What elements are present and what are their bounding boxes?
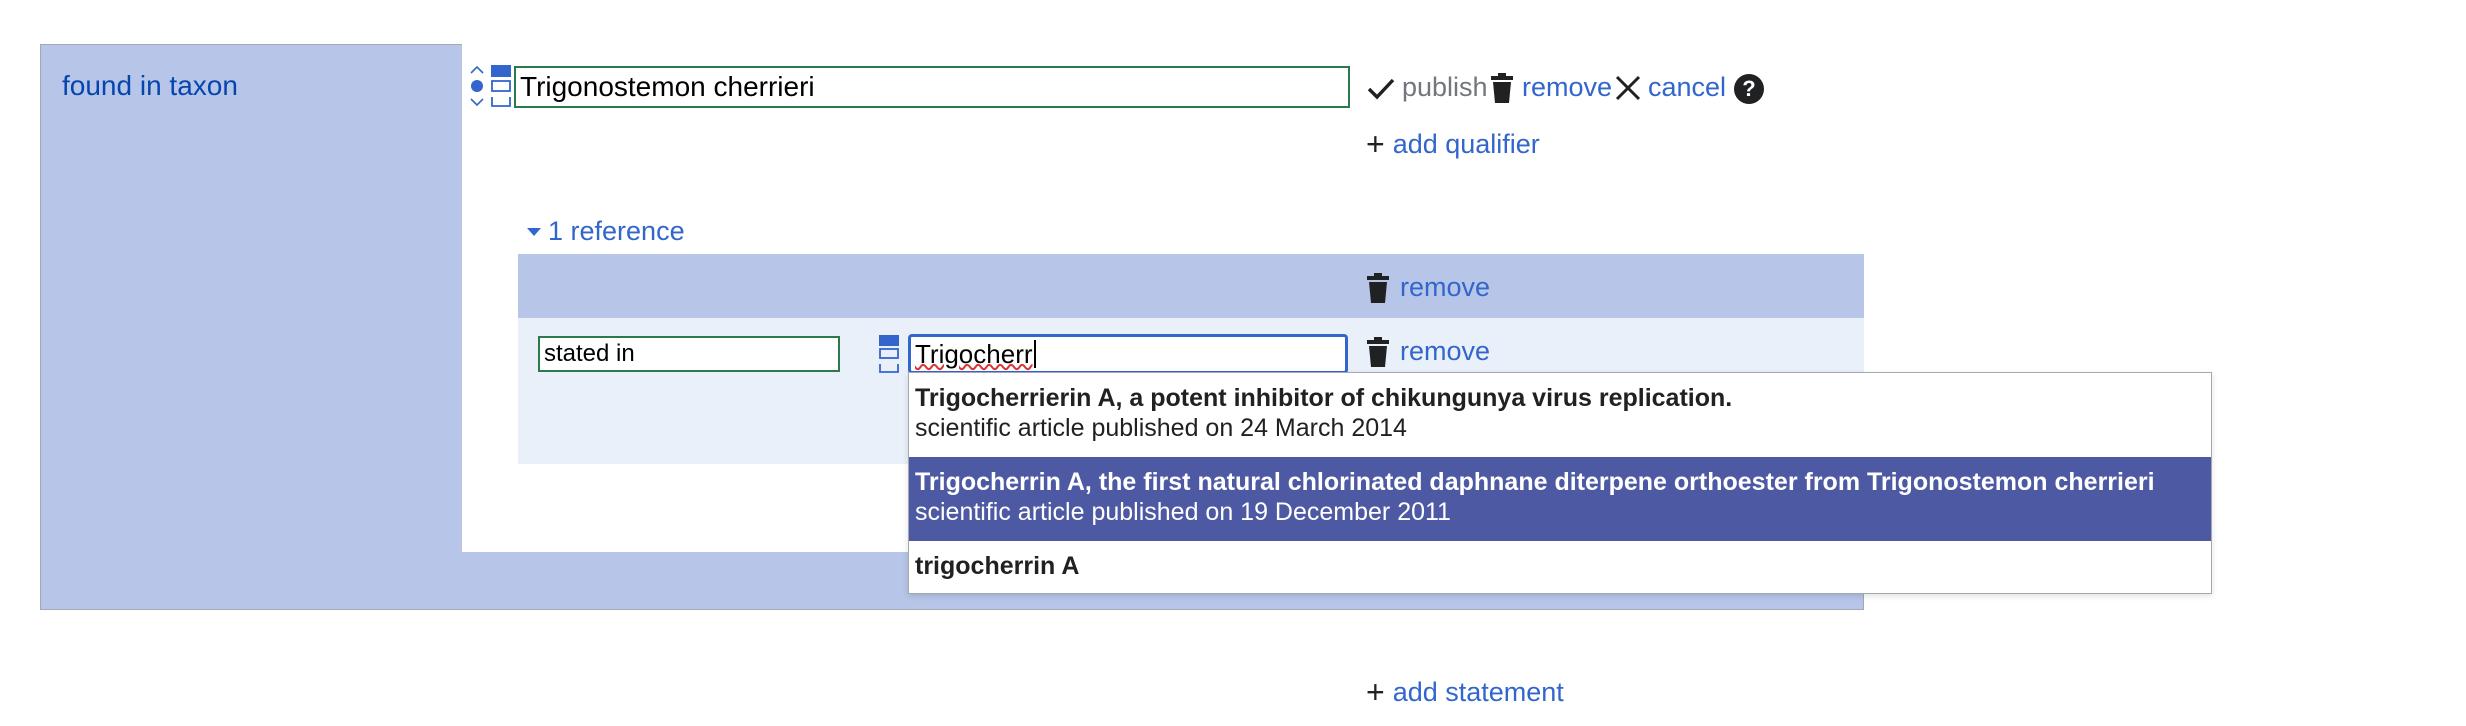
suggestion-title: trigocherrin A (915, 552, 1080, 580)
reference-value-text: Trigocherr (915, 338, 1033, 369)
cancel-button[interactable]: cancel (1614, 72, 1726, 103)
remove-label: remove (1400, 336, 1491, 366)
add-statement-button[interactable]: + add statement (1366, 676, 1564, 708)
reference-property-input[interactable] (538, 336, 840, 372)
add-statement-label: add statement (1392, 676, 1564, 707)
snak-type-selector-icon[interactable] (878, 334, 900, 374)
property-label[interactable]: found in taxon (62, 70, 238, 102)
remove-reference-button[interactable]: remove (1366, 272, 1490, 303)
help-icon[interactable]: ? (1734, 74, 1764, 104)
reference-header (518, 254, 1864, 318)
references-count: 1 reference (548, 216, 685, 246)
plus-icon: + (1366, 126, 1385, 162)
publish-label: publish (1402, 72, 1488, 102)
text-cursor (1033, 340, 1036, 368)
triangle-down-icon (526, 226, 542, 238)
suggestion-description: scientific article published on 19 Decem… (915, 498, 1451, 526)
suggestion-item-selected[interactable]: Trigocherrin A, the first natural chlori… (909, 457, 2211, 541)
remove-label: remove (1400, 272, 1491, 302)
suggestion-title: Trigocherrin A, the first natural chlori… (915, 468, 2155, 496)
remove-label: remove (1522, 72, 1613, 102)
suggestion-description: scientific article published on 24 March… (915, 414, 1407, 442)
entity-suggestion-list: Trigocherrierin A, a potent inhibitor of… (908, 372, 2212, 594)
trash-icon (1366, 272, 1390, 303)
trash-icon (1366, 336, 1390, 367)
suggestion-title: Trigocherrierin A, a potent inhibitor of… (915, 384, 1733, 412)
trash-icon (1490, 72, 1514, 103)
cancel-label: cancel (1648, 72, 1727, 102)
remove-statement-button[interactable]: remove (1490, 72, 1612, 103)
snak-type-selector-icon[interactable] (490, 64, 512, 108)
rank-selector-icon[interactable] (468, 64, 486, 108)
statement-value-input[interactable] (514, 66, 1350, 108)
close-icon (1614, 74, 1642, 102)
add-qualifier-label: add qualifier (1392, 128, 1540, 159)
add-qualifier-button[interactable]: + add qualifier (1366, 128, 1540, 160)
remove-snak-button[interactable]: remove (1366, 336, 1490, 367)
references-toggle[interactable]: 1 reference (526, 216, 685, 247)
publish-button[interactable]: publish (1366, 72, 1488, 103)
reference-value-input[interactable]: Trigocherr (908, 334, 1348, 374)
plus-icon: + (1366, 674, 1385, 710)
suggestion-item[interactable]: Trigocherrierin A, a potent inhibitor of… (909, 383, 2211, 457)
check-icon (1366, 75, 1396, 101)
suggestion-item[interactable]: trigocherrin A (909, 541, 2211, 593)
